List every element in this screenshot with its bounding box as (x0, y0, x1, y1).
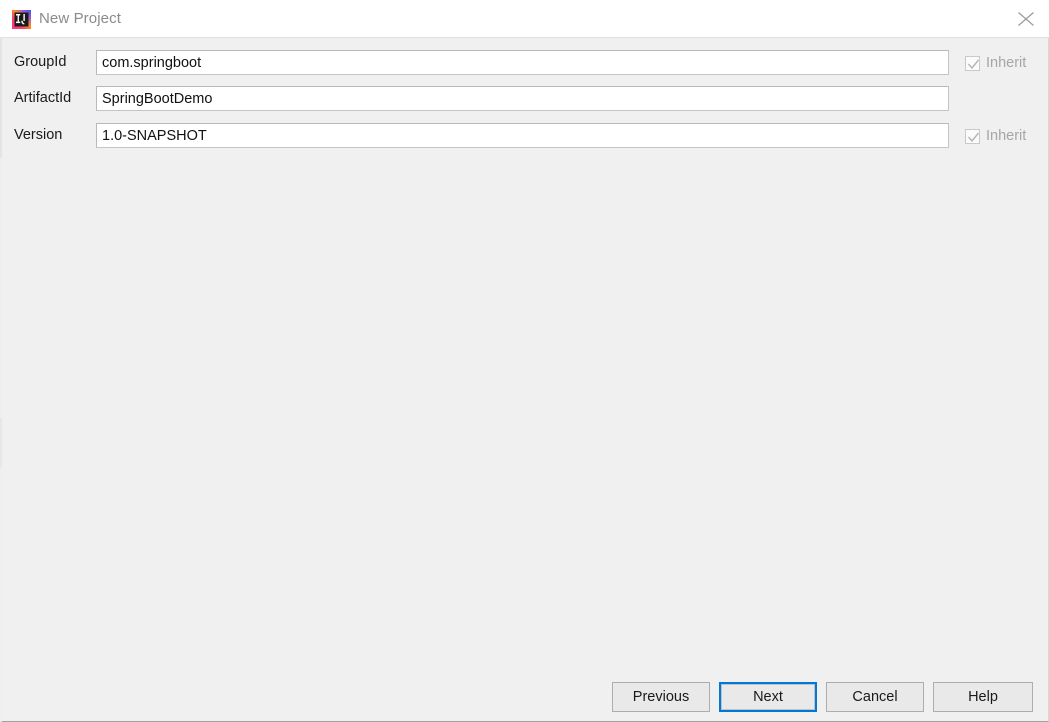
intellij-idea-logo-icon (12, 10, 31, 29)
form-row-version: Version Inherit (0, 123, 1049, 150)
checkmark-icon (965, 55, 980, 71)
previous-button[interactable]: Previous (612, 682, 710, 712)
form-row-groupid: GroupId Inherit (0, 50, 1049, 77)
form-row-artifactid: ArtifactId (0, 86, 1049, 113)
close-icon[interactable] (1003, 0, 1049, 37)
groupid-input[interactable] (96, 50, 949, 75)
window-title: New Project (39, 10, 121, 27)
version-input[interactable] (96, 123, 949, 148)
checkmark-icon (965, 128, 980, 144)
version-inherit-label: Inherit (986, 128, 1027, 144)
cancel-button[interactable]: Cancel (826, 682, 924, 712)
new-project-dialog: New Project GroupId Inherit ArtifactId V… (0, 0, 1049, 722)
artifactid-input[interactable] (96, 86, 949, 111)
help-button[interactable]: Help (933, 682, 1033, 712)
next-button[interactable]: Next (719, 682, 817, 712)
groupid-label: GroupId (14, 54, 67, 70)
dialog-button-bar: Previous Next Cancel Help (0, 682, 1049, 714)
title-bar: New Project (0, 0, 1049, 38)
version-inherit-checkbox[interactable]: Inherit (965, 125, 1026, 147)
groupid-inherit-label: Inherit (986, 55, 1027, 71)
artifactid-label: ArtifactId (14, 90, 72, 106)
version-label: Version (14, 127, 63, 143)
groupid-inherit-checkbox[interactable]: Inherit (965, 52, 1026, 74)
